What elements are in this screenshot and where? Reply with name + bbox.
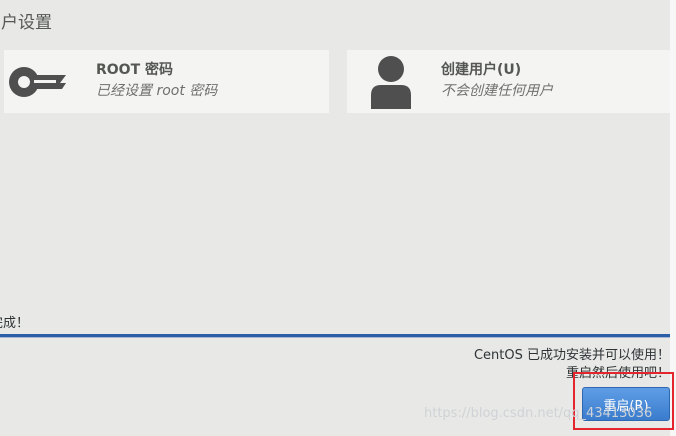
install-success-message: CentOS 已成功安装并可以使用！ — [473, 348, 670, 363]
watermark: https://blog.csdn.net/qq_43413036 — [424, 406, 653, 421]
progress-bar — [0, 334, 670, 338]
window-edge — [670, 0, 676, 436]
root-password-spoke[interactable]: ROOT 密码 已经设置 root 密码 — [4, 50, 329, 113]
progress-label: 完成！ — [0, 316, 30, 331]
create-user-status: 不会创建任何用户 — [441, 83, 553, 99]
create-user-spoke[interactable]: 创建用户(U) 不会创建任何用户 — [347, 50, 670, 113]
section-title: 用户设置 — [0, 13, 52, 33]
key-icon — [4, 50, 70, 113]
annotation-highlight — [573, 372, 674, 430]
root-password-title: ROOT 密码 — [96, 62, 174, 78]
user-icon — [358, 50, 424, 113]
root-password-status: 已经设置 root 密码 — [96, 83, 218, 99]
create-user-title: 创建用户(U) — [441, 62, 522, 78]
